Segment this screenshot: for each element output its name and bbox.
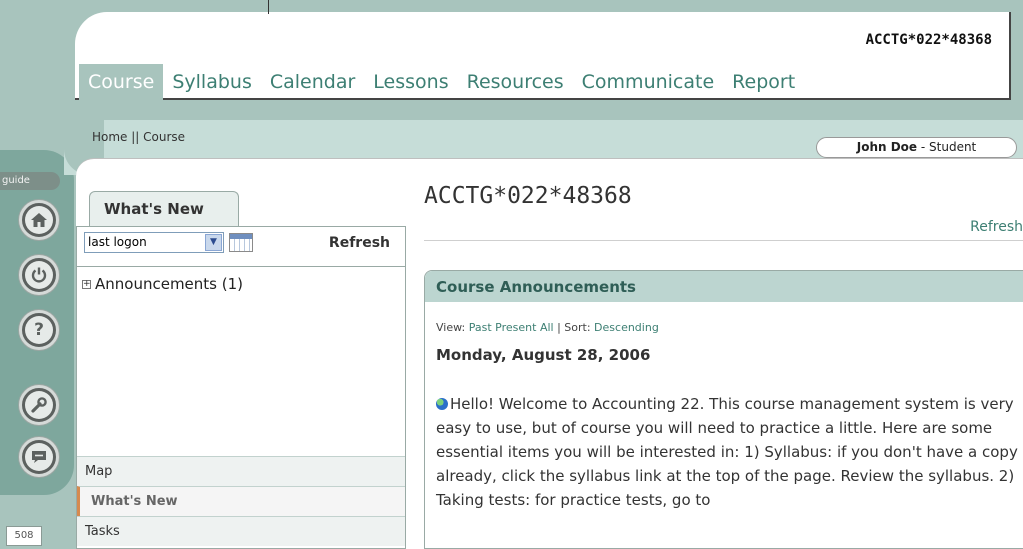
tools-button[interactable]: [19, 385, 59, 425]
user-badge[interactable]: John Doe - Student: [816, 137, 1017, 158]
chat-button[interactable]: [19, 437, 59, 477]
power-button[interactable]: [19, 255, 59, 295]
period-select[interactable]: last logon ▼: [84, 232, 224, 253]
view-present-link[interactable]: Present: [495, 321, 536, 334]
announcements-header: Course Announcements: [425, 271, 1023, 302]
help-icon: ?: [25, 316, 53, 344]
page-number: 508: [6, 526, 42, 546]
home-icon: [25, 206, 53, 234]
announcement-date: Monday, August 28, 2006: [436, 346, 651, 364]
title-divider: [424, 240, 1023, 241]
sort-descending-link[interactable]: Descending: [594, 321, 659, 334]
list-item-tasks[interactable]: Tasks: [77, 516, 405, 546]
home-button[interactable]: [19, 200, 59, 240]
tab-syllabus[interactable]: Syllabus: [163, 64, 261, 100]
user-name: John Doe: [856, 140, 918, 154]
chat-icon: [25, 443, 53, 471]
view-sort-bar: View: Past Present All | Sort: Descendin…: [436, 321, 659, 334]
sort-label: | Sort:: [557, 321, 591, 334]
whats-new-box: last logon ▼ Refresh + Announcements (1)…: [76, 226, 406, 549]
view-label: View:: [436, 321, 466, 334]
announcements-tree-item[interactable]: + Announcements (1): [82, 275, 243, 293]
period-select-value: last logon: [88, 235, 147, 249]
guide-tab[interactable]: guide: [0, 172, 60, 190]
tab-course[interactable]: Course: [79, 64, 164, 100]
calendar-icon[interactable]: [229, 233, 253, 252]
course-code-label: ACCTG*022*48368: [865, 32, 992, 48]
wrench-icon: [25, 391, 53, 419]
globe-icon: [436, 398, 448, 410]
list-item-whats-new[interactable]: What's New: [77, 486, 405, 516]
chevron-down-icon[interactable]: ▼: [205, 234, 222, 251]
whats-new-panel: What's New last logon ▼ Refresh + Announ…: [76, 176, 406, 549]
expand-icon[interactable]: +: [82, 279, 91, 289]
top-divider: [268, 0, 269, 14]
whats-new-refresh-link[interactable]: Refresh: [329, 235, 390, 251]
refresh-link[interactable]: Refresh: [970, 219, 1023, 235]
whats-new-controls: last logon ▼ Refresh: [82, 232, 402, 258]
announcement-text: Hello! Welcome to Accounting 22. This co…: [436, 395, 1018, 509]
breadcrumb[interactable]: Home || Course: [92, 130, 185, 144]
user-role: - Student: [917, 140, 977, 154]
course-announcements-box: Course Announcements View: Past Present …: [424, 270, 1023, 549]
whats-new-divider: [77, 266, 405, 267]
tab-resources[interactable]: Resources: [458, 64, 573, 100]
announcements-tree-label: Announcements (1): [95, 275, 244, 293]
tab-calendar[interactable]: Calendar: [261, 64, 364, 100]
power-icon: [25, 261, 53, 289]
help-button[interactable]: ?: [19, 310, 59, 350]
main-nav: Course Syllabus Calendar Lessons Resourc…: [79, 64, 804, 100]
view-past-link[interactable]: Past: [469, 321, 492, 334]
page-title: ACCTG*022*48368: [424, 183, 632, 209]
list-item-map[interactable]: Map: [77, 456, 405, 486]
panel-list: Map What's New Tasks: [77, 456, 405, 546]
tab-lessons[interactable]: Lessons: [364, 64, 457, 100]
content-top-edge: [76, 158, 1023, 176]
announcement-body: Hello! Welcome to Accounting 22. This co…: [436, 392, 1023, 512]
whats-new-tab[interactable]: What's New: [89, 191, 239, 227]
tab-report[interactable]: Report: [723, 64, 804, 100]
tab-communicate[interactable]: Communicate: [573, 64, 724, 100]
view-all-link[interactable]: All: [540, 321, 554, 334]
